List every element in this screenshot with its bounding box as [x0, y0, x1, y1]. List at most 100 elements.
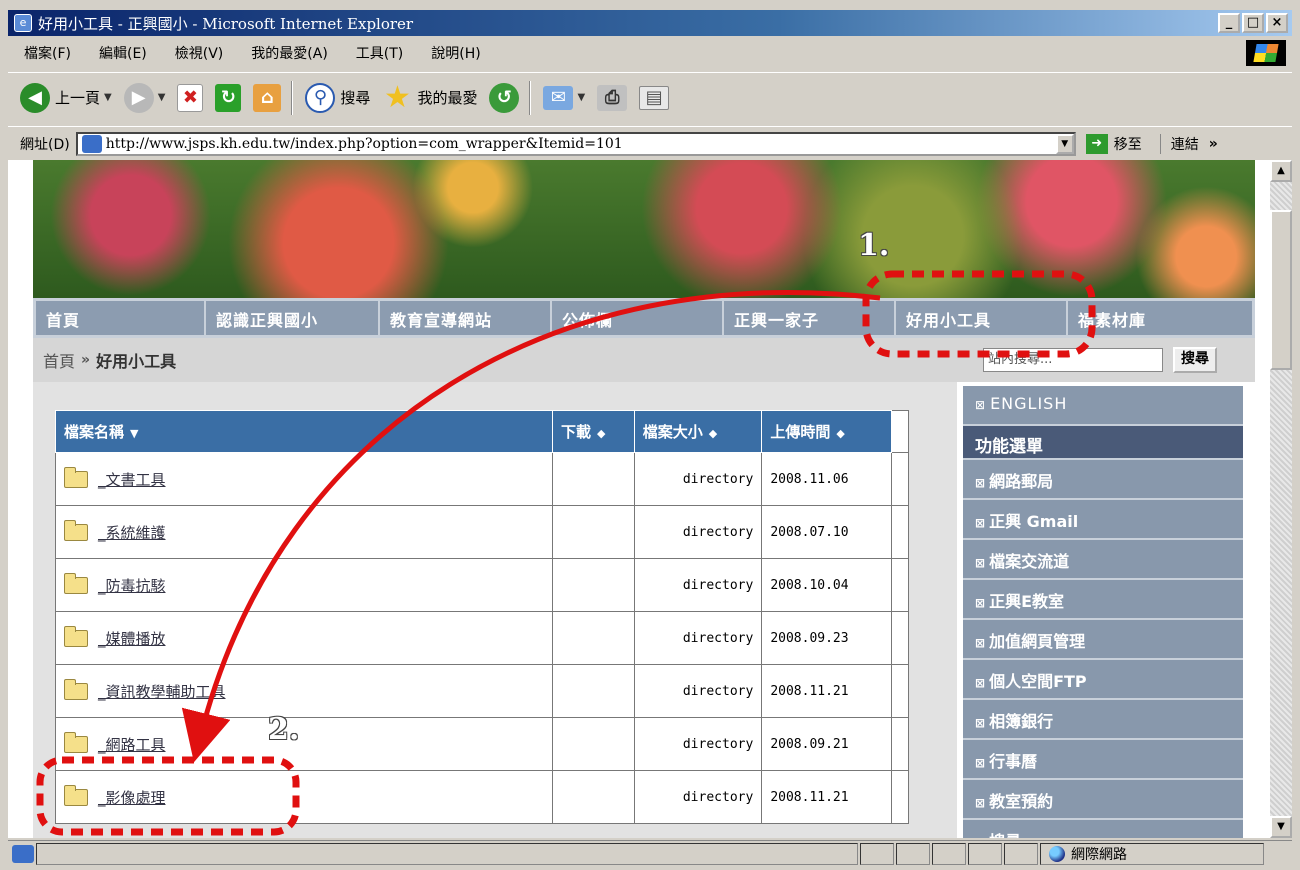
go-label: 移至 — [1113, 136, 1142, 153]
window-controls: _ □ × — [1218, 13, 1288, 33]
edit-button[interactable]: ▤ — [639, 78, 670, 118]
file-size-cell: directory — [633, 452, 763, 506]
download-cell — [551, 770, 635, 824]
folder-link[interactable]: _防毒抗駭 — [98, 577, 166, 595]
minimize-button[interactable]: _ — [1218, 13, 1240, 33]
forward-button[interactable]: ▶ ▼ — [123, 78, 166, 118]
sidebar-item-calendar[interactable]: ⊠ 行事曆 — [963, 740, 1243, 780]
nav-family[interactable]: 正興一家子 — [724, 301, 896, 335]
menu-bar: 檔案(F) 編輯(E) 檢視(V) 我的最愛(A) 工具(T) 說明(H) — [8, 38, 1292, 68]
page-status-icon — [12, 844, 34, 863]
folder-icon — [64, 731, 88, 753]
sidebar-item-post-office[interactable]: ⊠ 網路郵局 — [963, 460, 1243, 500]
address-url[interactable]: http://www.jsps.kh.edu.tw/index.php?opti… — [106, 136, 1056, 152]
sidebar-item-ftp[interactable]: ⊠ 個人空間FTP — [963, 660, 1243, 700]
folder-link[interactable]: _媒體播放 — [98, 630, 166, 648]
nav-home[interactable]: 首頁 — [36, 301, 206, 335]
bullet-icon: ⊠ — [975, 516, 986, 530]
nav-tools[interactable]: 好用小工具 — [896, 301, 1068, 335]
nav-education[interactable]: 教育宣導網站 — [380, 301, 552, 335]
nav-materials[interactable]: 福素材庫 — [1068, 301, 1252, 335]
header-upload-time[interactable]: 上傳時間 ◆ — [761, 410, 892, 453]
go-button[interactable]: ➜ 移至 — [1085, 133, 1142, 154]
refresh-button[interactable]: ↻ — [215, 78, 242, 118]
menu-tools[interactable]: 工具(T) — [356, 43, 403, 63]
menu-file[interactable]: 檔案(F) — [24, 43, 71, 63]
site-search-button[interactable]: 搜尋 — [1173, 347, 1217, 373]
bullet-icon: ⊠ — [975, 596, 986, 610]
file-name-cell: _防毒抗駭 — [55, 558, 553, 612]
nav-bulletin[interactable]: 公佈欄 — [552, 301, 724, 335]
back-button[interactable]: ◀ 上一頁 ▼ — [20, 78, 112, 118]
breadcrumb-home[interactable]: 首頁 — [43, 348, 75, 372]
maximize-button[interactable]: □ — [1242, 13, 1264, 33]
pad-cell — [890, 611, 910, 665]
header-download[interactable]: 下載 ◆ — [551, 410, 635, 453]
close-button[interactable]: × — [1266, 13, 1288, 33]
mail-button[interactable]: ✉ ▼ — [543, 78, 585, 118]
file-size-cell: directory — [633, 558, 763, 612]
sidebar-item-label: 正興 Gmail — [989, 512, 1079, 531]
home-button[interactable]: ⌂ — [253, 78, 282, 118]
stop-button[interactable]: ✖ — [177, 78, 204, 118]
status-pane — [932, 842, 966, 865]
menu-help[interactable]: 說明(H) — [431, 43, 480, 63]
folder-link[interactable]: _系統維護 — [98, 524, 166, 542]
sidebar-item-gmail[interactable]: ⊠ 正興 Gmail — [963, 500, 1243, 540]
sidebar-item-label: 個人空間FTP — [989, 672, 1087, 691]
page-icon — [81, 134, 102, 153]
menu-edit[interactable]: 編輯(E) — [99, 43, 147, 63]
history-button[interactable]: ↺ — [489, 78, 520, 118]
scroll-thumb[interactable] — [1270, 210, 1292, 370]
ie-app-icon: e — [14, 14, 32, 32]
sidebar-item-label: ENGLISH — [990, 394, 1068, 413]
sidebar-item-file-exchange[interactable]: ⊠ 檔案交流道 — [963, 540, 1243, 580]
scroll-up-icon[interactable]: ▲ — [1270, 160, 1292, 182]
site-search: 站內搜尋... 搜尋 — [957, 338, 1255, 382]
favorites-label: 我的最愛 — [417, 89, 478, 107]
folder-link[interactable]: _網路工具 — [98, 736, 166, 754]
file-size-cell: directory — [633, 611, 763, 665]
sidebar-item-search[interactable]: ⊠ 搜尋 — [963, 820, 1243, 838]
favorites-button[interactable]: ★ 我的最愛 — [382, 78, 477, 118]
search-button[interactable]: ⚲ 搜尋 — [305, 78, 370, 118]
sidebar-item-web-admin[interactable]: ⊠ 加值網頁管理 — [963, 620, 1243, 660]
magnifier-icon: ⚲ — [305, 82, 336, 113]
print-button[interactable]: ⎙ — [597, 78, 628, 118]
nav-about[interactable]: 認識正興國小 — [206, 301, 380, 335]
header-file-size[interactable]: 檔案大小 ◆ — [633, 410, 763, 453]
star-icon: ★ — [383, 80, 411, 115]
folder-link[interactable]: _文書工具 — [98, 471, 166, 489]
file-name-cell: _影像處理 — [55, 770, 553, 824]
forward-dropdown-icon[interactable]: ▼ — [158, 92, 166, 103]
menu-favorites[interactable]: 我的最愛(A) — [251, 43, 328, 63]
back-label: 上一頁 — [55, 89, 101, 107]
pad-cell — [890, 505, 910, 559]
folder-icon — [64, 784, 88, 806]
status-pane — [968, 842, 1002, 865]
site-search-input[interactable]: 站內搜尋... — [983, 348, 1163, 372]
links-button[interactable]: 連結 — [1159, 133, 1199, 154]
chevron-right-icon[interactable]: » — [1209, 136, 1218, 152]
header-pad — [890, 410, 910, 453]
sidebar-item-e-classroom[interactable]: ⊠ 正興E教室 — [963, 580, 1243, 620]
sidebar-item-english[interactable]: ⊠ ENGLISH — [963, 386, 1243, 426]
bullet-icon: ⊠ — [975, 716, 986, 730]
folder-link[interactable]: _影像處理 — [98, 789, 166, 807]
address-dropdown-icon[interactable]: ▼ — [1055, 133, 1074, 154]
sidebar-item-album[interactable]: ⊠ 相簿銀行 — [963, 700, 1243, 740]
address-input[interactable]: http://www.jsps.kh.edu.tw/index.php?opti… — [75, 131, 1076, 156]
menu-view[interactable]: 檢視(V) — [175, 43, 224, 63]
folder-icon — [64, 678, 88, 700]
back-dropdown-icon[interactable]: ▼ — [104, 92, 112, 103]
vertical-scrollbar[interactable]: ▲ ▼ — [1270, 160, 1292, 838]
status-pane — [896, 842, 930, 865]
sidebar-item-room-booking[interactable]: ⊠ 教室預約 — [963, 780, 1243, 820]
folder-link[interactable]: _資訊教學輔助工具 — [98, 683, 226, 701]
scroll-down-icon[interactable]: ▼ — [1270, 816, 1292, 838]
mail-dropdown-icon[interactable]: ▼ — [577, 92, 585, 103]
pad-cell — [890, 452, 910, 506]
file-size-cell: directory — [633, 717, 763, 771]
header-file-name[interactable]: 檔案名稱 ▼ — [55, 410, 553, 453]
status-text-pane — [36, 842, 858, 865]
